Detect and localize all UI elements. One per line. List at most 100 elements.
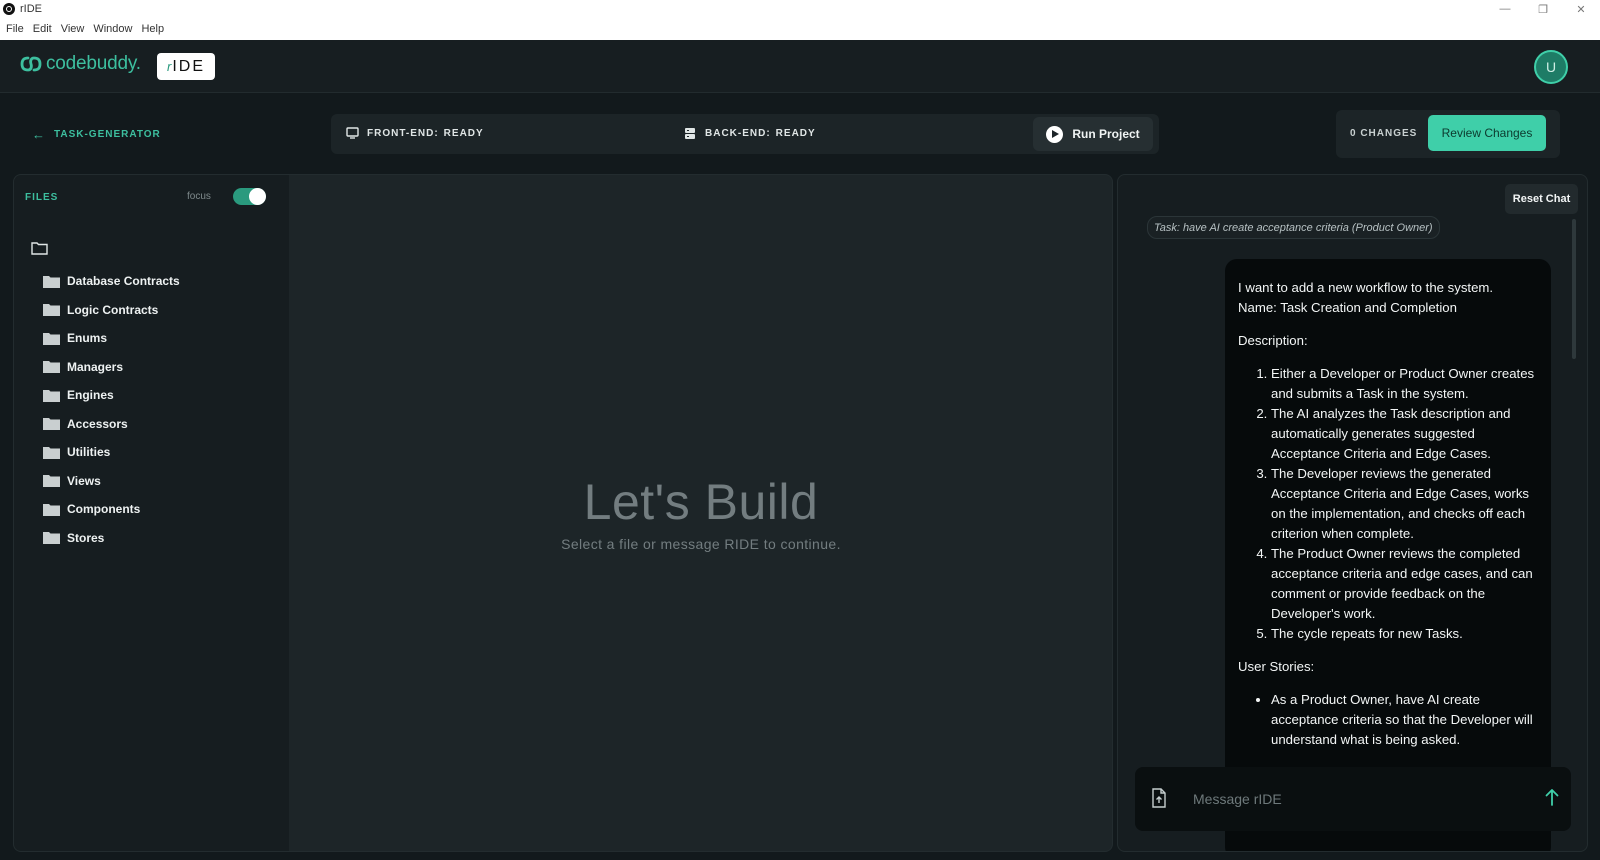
server-icon <box>685 128 695 139</box>
root-folder-icon[interactable] <box>31 241 48 255</box>
backend-label: BACK-END: <box>705 128 771 139</box>
chat-scrollbar[interactable] <box>1572 219 1576 359</box>
folder-label: Managers <box>67 359 124 374</box>
chat-panel: Reset Chat Task: have AI create acceptan… <box>1117 174 1588 852</box>
monitor-icon <box>346 127 359 139</box>
editor-area: Let's Build Select a file or message RID… <box>289 174 1113 852</box>
menu-view[interactable]: View <box>61 23 85 35</box>
user-avatar[interactable]: U <box>1534 50 1568 84</box>
window-controls: — ❐ ✕ <box>1486 0 1600 18</box>
folder-item-components[interactable]: Components <box>43 495 180 524</box>
folder-icon <box>43 446 60 459</box>
folder-icon <box>43 389 60 402</box>
message-intro-line: I want to add a new workflow to the syst… <box>1238 280 1494 295</box>
changes-panel: 0 CHANGES Review Changes <box>1336 110 1560 158</box>
folder-item-stores[interactable]: Stores <box>43 524 180 553</box>
backend-status: BACK-END: READY <box>684 127 816 140</box>
workflow-step: The AI analyzes the Task description and… <box>1271 404 1538 464</box>
message-intro-line: Name: Task Creation and Completion <box>1238 300 1457 315</box>
folder-item-enums[interactable]: Enums <box>43 324 180 353</box>
close-icon[interactable]: ✕ <box>1562 0 1600 18</box>
user-stories-list: As a Product Owner, have AI create accep… <box>1238 690 1538 750</box>
app-icon <box>3 3 15 15</box>
folder-item-logic-contracts[interactable]: Logic Contracts <box>43 296 180 325</box>
back-to-task-generator[interactable]: ← TASK-GENERATOR <box>32 127 161 142</box>
workflow-steps: Either a Developer or Product Owner crea… <box>1238 364 1538 644</box>
ride-badge-r: r <box>166 59 172 74</box>
arrow-left-icon: ← <box>32 127 46 142</box>
changes-count: 0 CHANGES <box>1350 128 1418 139</box>
frontend-status: FRONT-END: READY <box>346 127 484 139</box>
workflow-step: The Product Owner reviews the completed … <box>1271 544 1538 624</box>
task-chip: Task: have AI create acceptance criteria… <box>1147 216 1440 239</box>
maximize-icon[interactable]: ❐ <box>1524 0 1562 18</box>
focus-label: focus <box>187 191 211 202</box>
folder-icon <box>43 332 60 345</box>
editor-empty-subtitle: Select a file or message RIDE to continu… <box>561 536 841 552</box>
folder-item-views[interactable]: Views <box>43 467 180 496</box>
user-message: I want to add a new workflow to the syst… <box>1225 259 1551 851</box>
user-stories-heading: User Stories: <box>1238 659 1315 674</box>
folder-list: Database Contracts Logic Contracts Enums… <box>43 267 180 552</box>
reset-chat-button[interactable]: Reset Chat <box>1505 184 1578 214</box>
ride-badge-text: IDE <box>172 57 205 75</box>
workflow-step: The Developer reviews the generated Acce… <box>1271 464 1538 544</box>
window-title-bar: rIDE — ❐ ✕ <box>0 0 1600 18</box>
back-label: TASK-GENERATOR <box>54 129 161 140</box>
review-changes-button[interactable]: Review Changes <box>1428 115 1546 151</box>
user-story: As a Product Owner, have AI create accep… <box>1271 690 1538 750</box>
run-project-button[interactable]: Run Project <box>1033 117 1153 151</box>
folder-label: Logic Contracts <box>67 302 159 317</box>
play-icon <box>1046 125 1064 143</box>
message-intro: I want to add a new workflow to the syst… <box>1238 278 1538 318</box>
menu-help[interactable]: Help <box>141 23 164 35</box>
folder-icon <box>43 275 60 288</box>
codebuddy-logo[interactable]: codebuddy. <box>20 53 141 75</box>
attach-file-icon[interactable] <box>1151 788 1167 808</box>
run-project-label: Run Project <box>1072 127 1140 141</box>
workflow-step: Either a Developer or Product Owner crea… <box>1271 364 1538 404</box>
frontend-value: READY <box>443 127 484 139</box>
folder-item-database-contracts[interactable]: Database Contracts <box>43 267 180 296</box>
folder-label: Accessors <box>67 416 128 431</box>
app-header: codebuddy. r IDE U <box>0 40 1600 93</box>
chat-input-bar <box>1135 767 1571 831</box>
folder-icon <box>43 503 60 516</box>
menu-file[interactable]: File <box>6 23 24 35</box>
files-panel: FILES focus Database Contracts Logic Con… <box>13 174 289 852</box>
folder-label: Utilities <box>67 445 111 460</box>
menu-edit[interactable]: Edit <box>33 23 52 35</box>
folder-icon <box>43 418 60 431</box>
window-title: rIDE <box>20 3 42 15</box>
toggle-knob <box>249 188 266 205</box>
folder-item-managers[interactable]: Managers <box>43 353 180 382</box>
menu-bar: File Edit View Window Help <box>0 18 1600 40</box>
files-title: FILES <box>25 192 59 203</box>
send-arrow-icon[interactable] <box>1545 788 1559 806</box>
folder-icon <box>43 475 60 488</box>
codebuddy-logo-icon <box>20 56 42 72</box>
folder-item-utilities[interactable]: Utilities <box>43 438 180 467</box>
folder-icon <box>43 361 60 374</box>
workflow-step: The cycle repeats for new Tasks. <box>1271 624 1538 644</box>
folder-label: Enums <box>67 331 108 346</box>
folder-icon <box>43 304 60 317</box>
backend-value: READY <box>775 128 816 139</box>
ride-badge: r IDE <box>157 53 215 80</box>
focus-toggle[interactable] <box>233 188 266 205</box>
message-input[interactable] <box>1193 787 1513 811</box>
environment-status-bar: FRONT-END: READY BACK-END: READY Run Pro… <box>331 114 1159 154</box>
folder-label: Database Contracts <box>67 274 180 289</box>
logo-text: codebuddy. <box>46 53 141 74</box>
folder-label: Views <box>67 473 101 488</box>
frontend-label: FRONT-END: <box>367 127 439 139</box>
folder-label: Engines <box>67 388 114 403</box>
folder-icon <box>43 532 60 545</box>
folder-label: Components <box>67 502 141 517</box>
description-heading: Description: <box>1238 333 1308 348</box>
folder-item-accessors[interactable]: Accessors <box>43 410 180 439</box>
minimize-icon[interactable]: — <box>1486 0 1524 18</box>
editor-empty-title: Let's Build <box>583 474 819 530</box>
menu-window[interactable]: Window <box>93 23 132 35</box>
folder-item-engines[interactable]: Engines <box>43 381 180 410</box>
